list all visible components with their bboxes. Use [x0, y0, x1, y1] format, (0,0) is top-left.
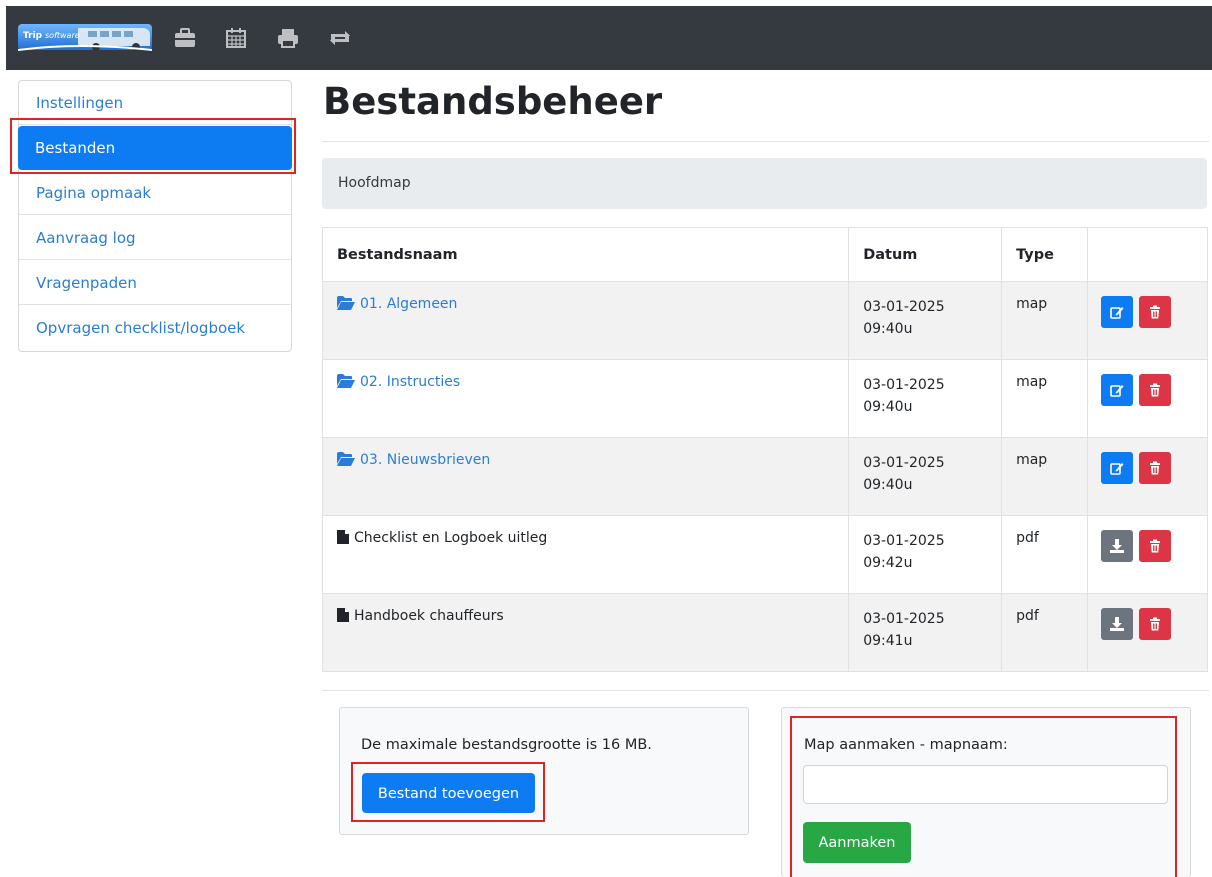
sidebar-item-vragenpaden[interactable]: Vragenpaden: [19, 261, 291, 305]
file-link[interactable]: Checklist en Logboek uitleg: [337, 530, 547, 546]
date-cell: 03-01-2025 09:42u: [848, 515, 1003, 594]
sidebar-item-instellingen[interactable]: Instellingen: [19, 81, 291, 125]
top-navbar: Trip software: [6, 6, 1212, 70]
date-value: 03-01-2025: [863, 611, 945, 627]
type-cell: pdf: [1001, 515, 1089, 594]
actions-cell: [1087, 437, 1208, 516]
time-value: 09:40u: [863, 321, 913, 337]
sidebar-item-bestanden[interactable]: Bestanden: [18, 126, 292, 170]
sidebar-item-aanvraag-log[interactable]: Aanvraag log: [19, 216, 291, 260]
folder-open-icon: [337, 374, 355, 392]
time-value: 09:40u: [863, 399, 913, 415]
table-row: 01. Algemeen 03-01-2025 09:40u map: [321, 281, 1208, 360]
calendar-icon[interactable]: [225, 27, 247, 49]
delete-button[interactable]: [1139, 296, 1172, 328]
actions-cell: [1087, 281, 1208, 360]
svg-text:Trip: Trip: [23, 31, 43, 41]
delete-button[interactable]: [1139, 452, 1172, 484]
table-header-row: Bestandsnaam Datum Type: [321, 227, 1208, 282]
page-title: Bestandsbeheer: [323, 80, 663, 123]
name-cell: 01. Algemeen: [321, 281, 850, 360]
type-cell: map: [1001, 359, 1089, 438]
name-cell: 03. Nieuwsbrieven: [321, 437, 850, 516]
sidebar-item-opvragen-checklist[interactable]: Opvragen checklist/logboek: [19, 306, 291, 350]
delete-button[interactable]: [1139, 530, 1172, 562]
delete-button[interactable]: [1139, 608, 1172, 640]
folder-name-input[interactable]: [803, 765, 1168, 804]
download-button[interactable]: [1101, 530, 1134, 562]
actions-cell: [1087, 359, 1208, 438]
type-cell: pdf: [1001, 593, 1089, 672]
name-cell: Handboek chauffeurs: [321, 593, 850, 672]
date-value: 03-01-2025: [863, 455, 945, 471]
date-cell: 03-01-2025 09:40u: [848, 359, 1003, 438]
table-row: Handboek chauffeurs 03-01-2025 09:41u pdf: [321, 593, 1208, 672]
header-actions: [1087, 227, 1208, 282]
actions-cell: [1087, 515, 1208, 594]
folder-name: 01. Algemeen: [360, 296, 458, 312]
sync-icon[interactable]: [329, 27, 351, 49]
table-row: 03. Nieuwsbrieven 03-01-2025 09:40u map: [321, 437, 1208, 516]
time-value: 09:42u: [863, 555, 913, 571]
file-table: Bestandsnaam Datum Type 01. Algemeen 03-…: [321, 227, 1208, 672]
trip-software-logo[interactable]: Trip software: [17, 20, 153, 54]
download-button[interactable]: [1101, 608, 1134, 640]
sidebar-menu: Instellingen Bestanden Pagina opmaak Aan…: [18, 80, 292, 352]
folder-link[interactable]: 03. Nieuwsbrieven: [337, 452, 490, 468]
actions-cell: [1087, 593, 1208, 672]
folder-link[interactable]: 01. Algemeen: [337, 296, 457, 312]
svg-text:software: software: [45, 31, 80, 40]
time-value: 09:40u: [863, 477, 913, 493]
briefcase-icon[interactable]: [174, 27, 196, 49]
title-divider: [322, 141, 1209, 142]
file-name: Handboek chauffeurs: [354, 608, 504, 624]
file-icon: [337, 608, 349, 626]
sidebar-item-pagina-opmaak[interactable]: Pagina opmaak: [19, 171, 291, 215]
delete-button[interactable]: [1139, 374, 1172, 406]
edit-button[interactable]: [1101, 374, 1134, 406]
edit-button[interactable]: [1101, 452, 1134, 484]
edit-button[interactable]: [1101, 296, 1134, 328]
name-cell: 02. Instructies: [321, 359, 850, 438]
header-type: Type: [1001, 227, 1089, 282]
create-folder-label: Map aanmaken - mapnaam:: [804, 737, 1008, 753]
type-cell: map: [1001, 437, 1089, 516]
date-cell: 03-01-2025 09:41u: [848, 593, 1003, 672]
date-cell: 03-01-2025 09:40u: [848, 437, 1003, 516]
header-datum: Datum: [848, 227, 1003, 282]
file-name: Checklist en Logboek uitleg: [354, 530, 548, 546]
name-cell: Checklist en Logboek uitleg: [321, 515, 850, 594]
date-value: 03-01-2025: [863, 299, 945, 315]
breadcrumb-item-hoofdmap[interactable]: Hoofdmap: [338, 175, 411, 191]
table-row: Checklist en Logboek uitleg 03-01-2025 09…: [321, 515, 1208, 594]
folder-open-icon: [337, 452, 355, 470]
folder-open-icon: [337, 296, 355, 314]
type-cell: map: [1001, 281, 1089, 360]
time-value: 09:41u: [863, 633, 913, 649]
create-folder-button[interactable]: Aanmaken: [803, 822, 911, 863]
print-icon[interactable]: [277, 27, 299, 49]
date-value: 03-01-2025: [863, 377, 945, 393]
max-file-size-text: De maximale bestandsgrootte is 16 MB.: [361, 737, 652, 753]
date-value: 03-01-2025: [863, 533, 945, 549]
file-link[interactable]: Handboek chauffeurs: [337, 608, 504, 624]
section-divider: [322, 690, 1209, 691]
folder-name: 02. Instructies: [360, 374, 461, 390]
table-row: 02. Instructies 03-01-2025 09:40u map: [321, 359, 1208, 438]
folder-name: 03. Nieuwsbrieven: [360, 452, 491, 468]
header-bestandsnaam: Bestandsnaam: [321, 227, 850, 282]
date-cell: 03-01-2025 09:40u: [848, 281, 1003, 360]
file-icon: [337, 530, 349, 548]
folder-link[interactable]: 02. Instructies: [337, 374, 460, 390]
add-file-button[interactable]: Bestand toevoegen: [362, 773, 535, 813]
breadcrumb: Hoofdmap: [322, 158, 1207, 209]
upload-card: [339, 707, 749, 835]
